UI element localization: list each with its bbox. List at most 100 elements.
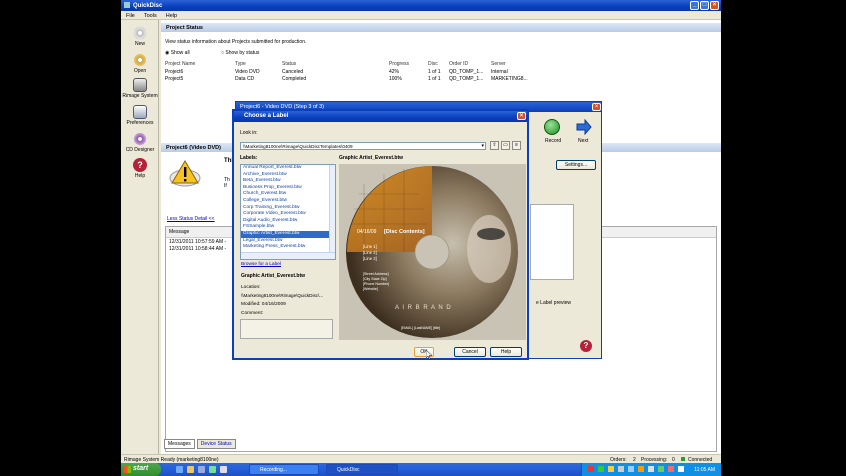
radio-show-all-label: Show all [170, 50, 190, 56]
record-icon[interactable] [544, 119, 560, 135]
minimize-button[interactable]: _ [690, 1, 699, 10]
sidebar-item-new[interactable]: New [121, 26, 159, 47]
settings-button[interactable]: Settings... [556, 160, 596, 170]
col-disc[interactable]: Disc [428, 61, 438, 67]
sidebar-label: Help [134, 173, 146, 179]
preferences-icon [133, 105, 147, 119]
table-row[interactable]: Project6 Video DVD Canceled 42% 1 of 1 Q… [161, 69, 721, 76]
label-preview: 04/16/09 [Disc Contents] [Line 1] [Line … [339, 164, 526, 340]
look-in-dropdown[interactable]: \\Marketing8100ne\Rimage\QuickDiscTempla… [240, 142, 486, 150]
sidebar-item-help[interactable]: ? Help [121, 158, 159, 179]
menu-tools[interactable]: Tools [139, 11, 161, 19]
quicklaunch-ie-icon[interactable] [176, 466, 183, 473]
menu-help[interactable]: Help [161, 11, 181, 19]
quicklaunch-media-icon[interactable] [209, 466, 216, 473]
close-button[interactable]: × [710, 1, 719, 10]
quicklaunch-app-icon[interactable] [220, 466, 227, 473]
tray-icon[interactable] [598, 466, 604, 472]
col-type[interactable]: Type [235, 61, 246, 67]
detail-line-2: If [224, 183, 227, 189]
disc-email: [EMAIL] [LastNAME] [title] [401, 326, 441, 330]
record-label[interactable]: Record [545, 138, 561, 144]
labels-title: Labels: [240, 155, 258, 161]
tray-icon[interactable] [628, 466, 634, 472]
close-icon[interactable]: × [592, 103, 601, 111]
tray-icon[interactable] [608, 466, 614, 472]
quicklaunch-desktop-icon[interactable] [198, 466, 205, 473]
list-item[interactable]: Church_Everest.btw [241, 191, 335, 198]
col-project-name[interactable]: Project Name [165, 61, 195, 67]
list-item[interactable]: College_Everest.btw [241, 198, 335, 205]
radio-show-all[interactable]: ◉ Show all [165, 50, 190, 56]
project-status-description: View status information about Projects s… [165, 39, 307, 45]
tray-icon[interactable] [618, 466, 624, 472]
dialog-titlebar[interactable]: Choose a Label × [234, 111, 527, 122]
sidebar-label: Preferences [126, 120, 154, 126]
start-button[interactable]: start [121, 463, 161, 476]
sidebar-item-rimage-system[interactable]: Rimage System [121, 78, 159, 99]
labels-horizontal-scrollbar[interactable] [241, 252, 335, 259]
new-disc-icon [133, 26, 147, 40]
list-item[interactable]: Annual Report_Everest.btw [241, 165, 335, 172]
col-order-id[interactable]: Order ID [449, 61, 468, 67]
cell-status: Completed [282, 76, 307, 82]
cell-name: Project6 [165, 69, 184, 75]
tray-icon[interactable] [638, 466, 644, 472]
tray-icon[interactable] [648, 466, 654, 472]
col-progress[interactable]: Progress [389, 61, 409, 67]
start-label: start [133, 465, 149, 472]
cell-order-id: QD_TOMP_1... [449, 76, 484, 82]
quicklaunch-folder-icon[interactable] [187, 466, 194, 473]
folder-icon[interactable]: ▭ [501, 141, 510, 150]
open-disc-icon [133, 53, 147, 67]
list-item[interactable]: Beta_Everest.btw [241, 178, 335, 185]
radio-show-by-status[interactable]: ○ Show by status [221, 50, 259, 56]
cell-server: Internal [491, 69, 508, 75]
chevron-down-icon[interactable]: ▾ [481, 143, 484, 149]
view-icon[interactable]: ≡ [512, 141, 521, 150]
radio-show-by-status-label: Show by status [225, 50, 260, 56]
list-item[interactable]: Marketing Press_Everest.btw [241, 244, 335, 251]
next-arrow-icon[interactable] [576, 118, 592, 136]
windows-logo-icon [124, 466, 131, 473]
less-status-detail-link[interactable]: Less Status Detail << [167, 216, 215, 222]
project-status-header: Project Status [161, 23, 721, 32]
up-folder-icon[interactable]: ⇧ [490, 141, 499, 150]
maximize-button[interactable]: □ [700, 1, 709, 10]
sidebar-item-cd-designer[interactable]: CD Designer [121, 132, 159, 153]
next-label[interactable]: Next [578, 138, 588, 144]
project-table-header: Project Name Type Status Progress Disc O… [161, 61, 721, 69]
table-row[interactable]: Project5 Data CD Completed 100% 1 of 1 Q… [161, 76, 721, 83]
labels-vertical-scrollbar[interactable] [329, 165, 335, 253]
rimage-system-icon [133, 78, 147, 92]
labels-list[interactable]: Annual Report_Everest.btw Archive_Everes… [240, 164, 336, 260]
sidebar-item-preferences[interactable]: Preferences [121, 105, 159, 126]
col-server[interactable]: Server [491, 61, 506, 67]
help-button[interactable]: Help [490, 347, 522, 357]
taskbar-app-recording[interactable]: Recording... [249, 464, 319, 475]
tab-messages[interactable]: Messages [164, 439, 195, 449]
comment-field[interactable] [240, 319, 333, 339]
help-icon[interactable]: ? [580, 340, 592, 352]
window-titlebar[interactable]: QuickDisc _ □ × [121, 0, 721, 11]
dialog-close-button[interactable]: × [517, 112, 526, 120]
tray-icon[interactable] [588, 466, 594, 472]
comment-label: Comment: [241, 311, 264, 316]
list-item[interactable]: Corporate Video_Everest.btw [241, 211, 335, 218]
tray-icon[interactable] [678, 466, 684, 472]
cell-server: MARKETING8... [491, 76, 528, 82]
location-value: \\Marketing8100ne\Rimage\QuickDisc\... [241, 293, 324, 298]
cancel-button[interactable]: Cancel [454, 347, 486, 357]
list-item[interactable]: FSSample.btw [241, 224, 335, 231]
col-status[interactable]: Status [282, 61, 296, 67]
browse-for-label-link[interactable]: Browse for a Label [241, 262, 281, 267]
taskbar-app-quickdisc[interactable]: QuickDisc [326, 464, 398, 475]
list-item-selected[interactable]: Graphic Artist_Everest.btw [241, 230, 335, 238]
clock[interactable]: 11:05 AM [694, 467, 715, 473]
tray-icon[interactable] [658, 466, 664, 472]
menu-file[interactable]: File [121, 11, 139, 19]
tab-device-status[interactable]: Device Status [196, 439, 236, 449]
tray-icon[interactable] [668, 466, 674, 472]
cell-disc: 1 of 1 [428, 69, 441, 75]
sidebar-item-open[interactable]: Open [121, 53, 159, 74]
